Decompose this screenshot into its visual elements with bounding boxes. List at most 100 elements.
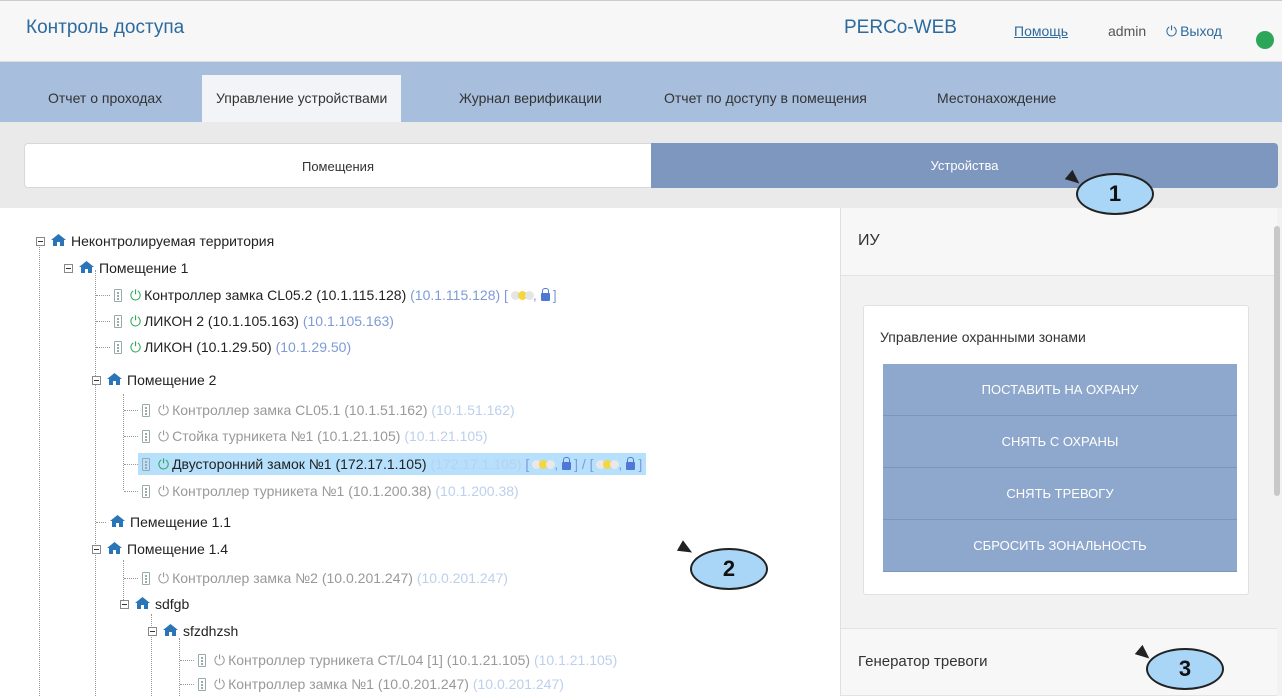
power-on-icon: ⏻: [130, 313, 142, 329]
tree-device-node[interactable]: ⏻ Контроллер замка CL05.1 (10.1.51.162) (…: [142, 399, 515, 421]
tab-device-control[interactable]: Управление устройствами: [202, 75, 402, 122]
control-panel: ИУ Управление охранными зонами ПОСТАВИТЬ…: [840, 208, 1282, 696]
room-icon: [79, 261, 94, 274]
tree-connector: [96, 522, 106, 523]
rooms-segment[interactable]: Помещения: [24, 143, 651, 188]
app-title: Контроль доступа: [26, 17, 185, 38]
device-icon: [142, 571, 150, 585]
device-icon: [142, 403, 150, 417]
tree-connector: [124, 464, 138, 465]
tree-device-node-selected[interactable]: ⏻ Двусторонний замок №1 (172.17.1.105) (1…: [138, 453, 647, 475]
device-icon: [142, 484, 150, 498]
tree-room-node[interactable]: Пемещение 1.1: [110, 511, 231, 533]
tree-device-node[interactable]: ⏻ Контроллер турникета CT/L04 [1] (10.1.2…: [198, 649, 617, 671]
collapse-icon[interactable]: [92, 375, 101, 385]
status-dots: [596, 453, 620, 475]
device-icon: [198, 677, 206, 691]
tree-device-node[interactable]: ⏻ ЛИКОН (10.1.29.50) (10.1.29.50): [114, 336, 351, 358]
room-icon: [107, 373, 122, 386]
reset-zonality-button[interactable]: СБРОСИТЬ ЗОНАЛЬНОСТЬ: [883, 520, 1237, 572]
room-icon: [51, 234, 66, 247]
power-off-icon: ⏻: [158, 483, 170, 499]
collapse-icon[interactable]: [148, 626, 157, 636]
devices-segment[interactable]: Устройства: [651, 143, 1278, 188]
collapse-icon[interactable]: [64, 263, 73, 273]
tab-passage-report[interactable]: Отчет о проходах: [48, 75, 162, 122]
indicator-group: [ ,] / [ ,]: [525, 456, 642, 472]
tree-connector: [124, 491, 138, 492]
tree-connector: [124, 578, 138, 579]
device-tree: Неконтролируемая территория Помещение 1 …: [0, 208, 840, 696]
callout-2: 2: [690, 548, 768, 590]
tab-verification-log[interactable]: Журнал верификации: [459, 75, 602, 122]
security-zones-title: Управление охранными зонами: [880, 329, 1086, 345]
power-on-icon: ⏻: [130, 287, 142, 303]
tree-connector: [180, 660, 194, 661]
tree-device-node[interactable]: ⏻ Контроллер замка №2 (10.0.201.247) (10.…: [142, 567, 508, 589]
brand-name: PERCo-WEB: [844, 17, 957, 38]
callout-3: 3: [1146, 648, 1224, 690]
status-dots: [510, 284, 534, 306]
tab-room-access-report[interactable]: Отчет по доступу в помещения: [664, 75, 867, 122]
lock-icon: [626, 457, 636, 471]
tree-connector: [96, 347, 110, 348]
device-icon: [198, 653, 206, 667]
connection-status-indicator: [1256, 31, 1274, 49]
tree-connector: [180, 684, 194, 685]
room-icon: [107, 542, 122, 555]
tree-room-node[interactable]: Неконтролируемая территория: [36, 230, 274, 252]
tree-connector: [179, 638, 180, 696]
tree-device-node[interactable]: ⏻ Стойка турникета №1 (10.1.21.105) (10.1…: [142, 425, 488, 447]
room-icon: [110, 515, 125, 528]
tree-connector: [96, 321, 110, 322]
lock-icon: [540, 288, 550, 302]
tree-room-node[interactable]: sfzdhzsh: [148, 620, 238, 642]
power-off-icon: ⏻: [158, 428, 170, 444]
callout-1: 1: [1076, 173, 1154, 215]
device-icon: [142, 457, 150, 471]
device-icon: [114, 340, 122, 354]
logout-button[interactable]: ⏻ Выход: [1166, 23, 1222, 40]
tree-device-node[interactable]: ⏻ ЛИКОН 2 (10.1.105.163) (10.1.105.163): [114, 310, 394, 332]
tree-device-node[interactable]: ⏻ Контроллер замка №1 (10.0.201.247) (10.…: [198, 673, 564, 695]
tree-connector: [96, 295, 110, 296]
lock-icon: [562, 457, 572, 471]
help-link[interactable]: Помощь: [1014, 23, 1068, 39]
tree-device-node[interactable]: ⏻ Контроллер замка CL05.2 (10.1.115.128) …: [114, 284, 557, 306]
room-icon: [163, 624, 178, 637]
device-icon: [114, 288, 122, 302]
collapse-icon[interactable]: [120, 599, 129, 609]
power-off-icon: ⏻: [158, 402, 170, 418]
tree-room-node[interactable]: Помещение 2: [92, 369, 216, 391]
panel-scrollbar[interactable]: [1274, 226, 1280, 496]
indicator-group: [ ,]: [504, 287, 557, 303]
tab-location[interactable]: Местонахождение: [937, 75, 1056, 122]
power-on-icon: ⏻: [158, 456, 170, 472]
room-icon: [135, 597, 150, 610]
logout-label: Выход: [1180, 23, 1222, 39]
disarm-button[interactable]: СНЯТЬ С ОХРАНЫ: [883, 416, 1237, 468]
tree-device-node[interactable]: ⏻ Контроллер турникета №1 (10.1.200.38) (…: [142, 480, 519, 502]
tree-room-node[interactable]: sdfgb: [120, 593, 189, 615]
tree-connector: [95, 270, 96, 696]
tree-room-node[interactable]: Помещение 1: [64, 257, 188, 279]
iu-title: ИУ: [858, 232, 880, 249]
tree-connector: [124, 410, 138, 411]
clear-alarm-button[interactable]: СНЯТЬ ТРЕВОГУ: [883, 468, 1237, 520]
power-icon: ⏻: [1166, 23, 1178, 39]
tree-connector: [123, 394, 124, 490]
collapse-icon[interactable]: [92, 544, 101, 554]
power-off-icon: ⏻: [158, 570, 170, 586]
status-dots: [532, 453, 556, 475]
arm-button[interactable]: ПОСТАВИТЬ НА ОХРАНУ: [883, 364, 1237, 416]
user-name: admin: [1108, 23, 1147, 39]
device-icon: [114, 314, 122, 328]
device-icon: [142, 429, 150, 443]
app-header: Контроль доступа PERCo-WEB Помощь admin …: [0, 0, 1282, 62]
tree-connector: [39, 244, 40, 696]
iu-header[interactable]: ИУ: [841, 208, 1277, 276]
power-off-icon: ⏻: [214, 652, 226, 668]
security-zones-card: Управление охранными зонами ПОСТАВИТЬ НА…: [863, 305, 1249, 595]
tree-room-node[interactable]: Помещение 1.4: [92, 538, 228, 560]
collapse-icon[interactable]: [36, 236, 45, 246]
